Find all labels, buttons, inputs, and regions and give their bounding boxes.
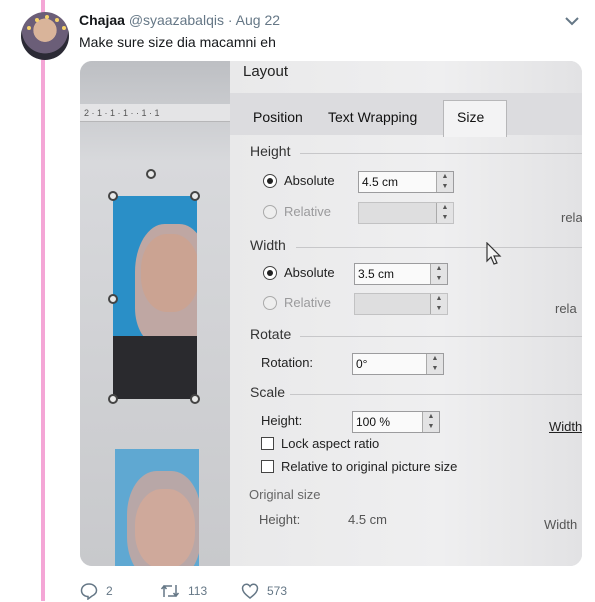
divider (296, 247, 582, 248)
scale-height-spinner[interactable]: ▲ ▼ (422, 412, 439, 432)
lock-aspect-checkbox[interactable] (261, 437, 274, 450)
heart-icon (241, 583, 259, 599)
like-button[interactable]: 573 (241, 582, 287, 600)
divider (290, 394, 582, 395)
width-relative-radio[interactable] (263, 296, 277, 310)
avatar[interactable] (21, 12, 69, 60)
height-relative-radio[interactable] (263, 205, 277, 219)
tweet-date[interactable]: Aug 22 (236, 12, 280, 28)
face-shape (141, 234, 197, 312)
original-width-label: Width (544, 517, 578, 532)
resize-handle (190, 191, 200, 201)
divider (300, 336, 582, 337)
layout-dialog: Layout Position Text Wrapping Size Heigh… (230, 61, 582, 566)
display-name[interactable]: Chajaa (79, 12, 125, 28)
width-absolute-value: 3.5 cm (358, 267, 395, 281)
height-section-title: Height (250, 143, 291, 159)
sparkle-decoration (55, 18, 59, 22)
rotation-value: 0° (356, 357, 368, 371)
height-relative-to-label: rela (561, 210, 582, 225)
passport-photo (113, 196, 197, 399)
dialog-title: Layout (243, 63, 289, 80)
reply-count: 2 (106, 584, 113, 598)
scale-width-label: Width (549, 419, 582, 434)
ruler: 2 · 1 · 1 · 1 · · 1 · 1 (80, 104, 230, 122)
retweet-count: 113 (188, 584, 208, 598)
retweet-button[interactable]: 113 (160, 582, 207, 600)
tab-size[interactable]: Size (457, 109, 484, 125)
scale-height-value: 100 % (356, 415, 391, 429)
resize-handle (108, 294, 118, 304)
rotation-label: Rotation: (261, 355, 314, 370)
sparkle-decoration (27, 26, 31, 30)
height-absolute-input[interactable]: 4.5 cm ▲ ▼ (358, 171, 454, 193)
word-document-area: 2 · 1 · 1 · 1 · · 1 · 1 (80, 61, 230, 566)
mouse-pointer-icon (486, 242, 502, 265)
resize-handle (108, 394, 118, 404)
reply-icon (80, 583, 98, 601)
height-absolute-value: 4.5 cm (362, 175, 399, 189)
chevron-down-icon[interactable] (563, 14, 581, 28)
retweet-icon (160, 584, 180, 598)
height-absolute-label: Absolute (284, 173, 335, 188)
original-height-label: Height: (259, 512, 301, 527)
reply-button[interactable]: 2 (80, 582, 113, 601)
height-relative-input[interactable]: ▲ ▼ (358, 202, 454, 224)
like-count: 573 (267, 584, 288, 598)
resize-handle (190, 394, 200, 404)
sparkle-decoration (45, 15, 49, 19)
original-height-value: 4.5 cm (348, 512, 388, 527)
width-absolute-label: Absolute (284, 265, 335, 280)
rotate-handle (146, 169, 156, 179)
height-relative-label: Relative (284, 204, 331, 219)
original-size-title: Original size (249, 487, 321, 502)
tab-position[interactable]: Position (253, 109, 303, 125)
resize-handle (108, 191, 118, 201)
tab-text-wrapping[interactable]: Text Wrapping (328, 109, 417, 125)
tweet-photo[interactable]: 2 · 1 · 1 · 1 · · 1 · 1 Layout Position … (80, 61, 582, 566)
sparkle-decoration (35, 18, 39, 22)
rotate-section-title: Rotate (250, 326, 292, 342)
shoulders-shape (113, 336, 197, 399)
width-absolute-input[interactable]: 3.5 cm ▲ ▼ (354, 263, 448, 285)
height-spinner[interactable]: ▲ ▼ (436, 172, 453, 192)
rotation-input[interactable]: 0° ▲ ▼ (352, 353, 444, 375)
tweet-header: Chajaa @syaazabalqis · Aug 22 (79, 11, 280, 29)
scale-section-title: Scale (250, 384, 286, 400)
width-absolute-radio[interactable] (263, 266, 277, 280)
height-absolute-radio[interactable] (263, 174, 277, 188)
divider (300, 153, 582, 154)
width-relative-spinner[interactable]: ▲ ▼ (430, 294, 447, 314)
width-spinner[interactable]: ▲ ▼ (430, 264, 447, 284)
header-separator: · (227, 12, 233, 28)
rotation-spinner[interactable]: ▲ ▼ (426, 354, 443, 374)
lock-aspect-label: Lock aspect ratio (281, 436, 380, 451)
user-handle[interactable]: @syaazabalqis (129, 12, 224, 28)
height-relative-spinner[interactable]: ▲ ▼ (436, 203, 453, 223)
tweet-text: Make sure size dia macamni eh (79, 34, 276, 50)
width-relative-label: Relative (284, 295, 331, 310)
face-shape (135, 489, 195, 566)
relative-original-label: Relative to original picture size (281, 459, 458, 474)
sparkle-decoration (62, 26, 66, 30)
scale-height-label: Height: (261, 413, 303, 428)
scale-height-input[interactable]: 100 % ▲ ▼ (352, 411, 440, 433)
thread-line (41, 0, 45, 601)
width-relative-input[interactable]: ▲ ▼ (354, 293, 448, 315)
passport-photo-copy (115, 449, 199, 566)
width-section-title: Width (250, 237, 286, 253)
relative-original-checkbox[interactable] (261, 460, 274, 473)
width-relative-to-label: rela (555, 301, 577, 316)
